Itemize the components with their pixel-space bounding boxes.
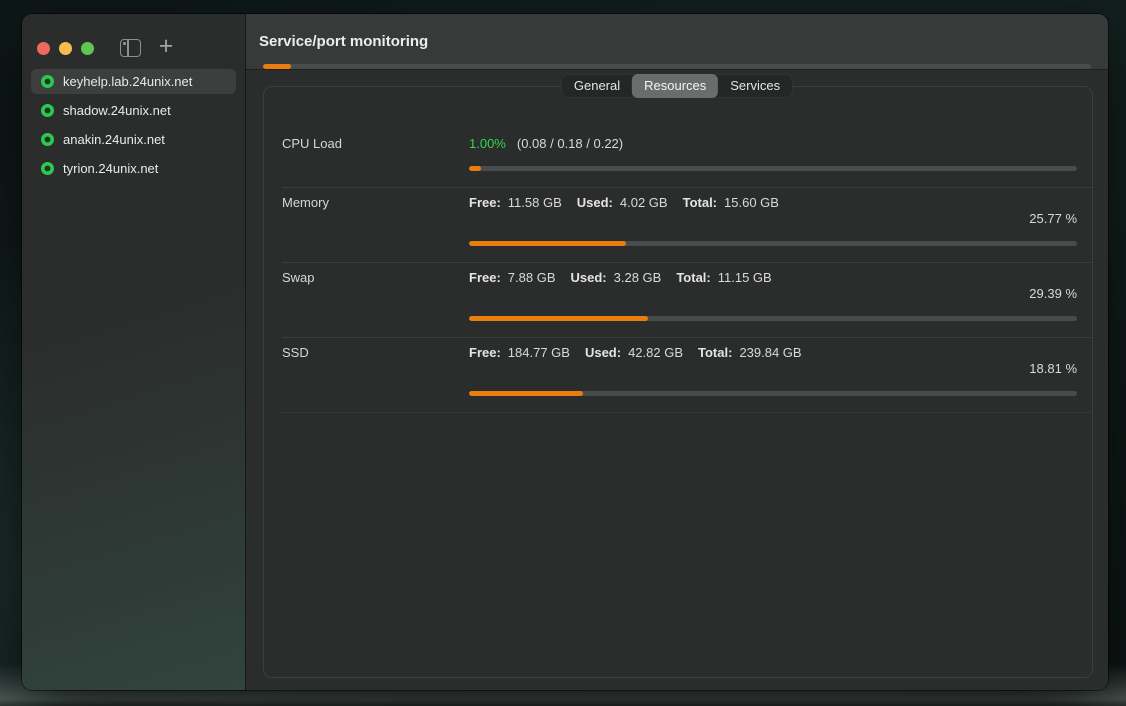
swap-used-value: 3.28 GB [614,270,662,285]
close-button[interactable] [37,42,50,55]
total-key: Total: [676,270,710,285]
online-status-icon [41,133,54,146]
sidebar-item-server[interactable]: anakin.24unix.net [31,127,236,152]
ssd-used-value: 42.82 GB [628,345,683,360]
ssd-row: SSD Free: 184.77 GB Used: 42.82 GB Total… [282,344,1077,361]
cpu-progress-bar [469,166,1077,171]
cpu-percent-value: 1.00% [469,136,506,151]
title-bar: Service/port monitoring [246,14,1108,70]
total-key: Total: [698,345,732,360]
ssd-percent: 18.81 % [282,361,1077,378]
tab-services[interactable]: Services [718,74,792,98]
sidebar-item-server[interactable]: tyrion.24unix.net [31,156,236,181]
memory-row: Memory Free: 11.58 GB Used: 4.02 GB Tota… [282,194,1077,211]
ssd-label: SSD [282,345,469,360]
server-list: keyhelp.lab.24unix.net shadow.24unix.net… [31,69,236,185]
zoom-button[interactable] [81,42,94,55]
minimize-button[interactable] [59,42,72,55]
cpu-row: CPU Load 1.00% (0.08 / 0.18 / 0.22) [282,135,1077,152]
used-key: Used: [577,195,613,210]
tab-general[interactable]: General [562,74,632,98]
online-status-icon [41,162,54,175]
tab-bar: General Resources Services [561,74,793,98]
memory-label: Memory [282,195,469,210]
resources-panel: CPU Load 1.00% (0.08 / 0.18 / 0.22) Memo… [263,86,1093,678]
row-divider [282,262,1092,263]
cpu-load-averages: (0.08 / 0.18 / 0.22) [517,136,623,151]
ssd-progress-bar [469,391,1077,396]
swap-label: Swap [282,270,469,285]
ssd-free-value: 184.77 GB [508,345,570,360]
memory-percent: 25.77 % [282,211,1077,228]
free-key: Free: [469,270,501,285]
sidebar-item-server[interactable]: shadow.24unix.net [31,98,236,123]
swap-progress-bar [469,316,1077,321]
row-divider [282,187,1092,188]
used-key: Used: [571,270,607,285]
scroll-content[interactable]: General Resources Services CPU Load 1.00… [246,71,1108,690]
memory-free-value: 11.58 GB [508,195,562,210]
ssd-total-value: 239.84 GB [739,345,801,360]
row-divider [282,337,1092,338]
sidebar: + keyhelp.lab.24unix.net shadow.24unix.n… [22,14,245,690]
server-label: shadow.24unix.net [63,103,171,118]
cpu-label: CPU Load [282,136,469,151]
total-key: Total: [683,195,717,210]
page-title: Service/port monitoring [259,14,428,70]
swap-row: Swap Free: 7.88 GB Used: 3.28 GB Total: … [282,269,1077,286]
sidebar-item-server[interactable]: keyhelp.lab.24unix.net [31,69,236,94]
online-status-icon [41,104,54,117]
app-window: + keyhelp.lab.24unix.net shadow.24unix.n… [22,14,1108,690]
row-divider [282,412,1092,413]
main-panel: Service/port monitoring General Resource… [246,14,1108,690]
swap-total-value: 11.15 GB [718,270,772,285]
used-key: Used: [585,345,621,360]
scrolled-progress-bar [263,64,1091,69]
add-server-button[interactable]: + [153,33,179,59]
server-label: tyrion.24unix.net [63,161,158,176]
free-key: Free: [469,195,501,210]
tab-resources[interactable]: Resources [632,74,718,98]
traffic-lights [37,42,94,55]
server-label: anakin.24unix.net [63,132,165,147]
swap-percent: 29.39 % [282,286,1077,303]
online-status-icon [41,75,54,88]
swap-free-value: 7.88 GB [508,270,556,285]
server-label: keyhelp.lab.24unix.net [63,74,192,89]
memory-used-value: 4.02 GB [620,195,668,210]
memory-progress-bar [469,241,1077,246]
memory-total-value: 15.60 GB [724,195,779,210]
free-key: Free: [469,345,501,360]
sidebar-toggle-icon[interactable] [120,39,141,57]
